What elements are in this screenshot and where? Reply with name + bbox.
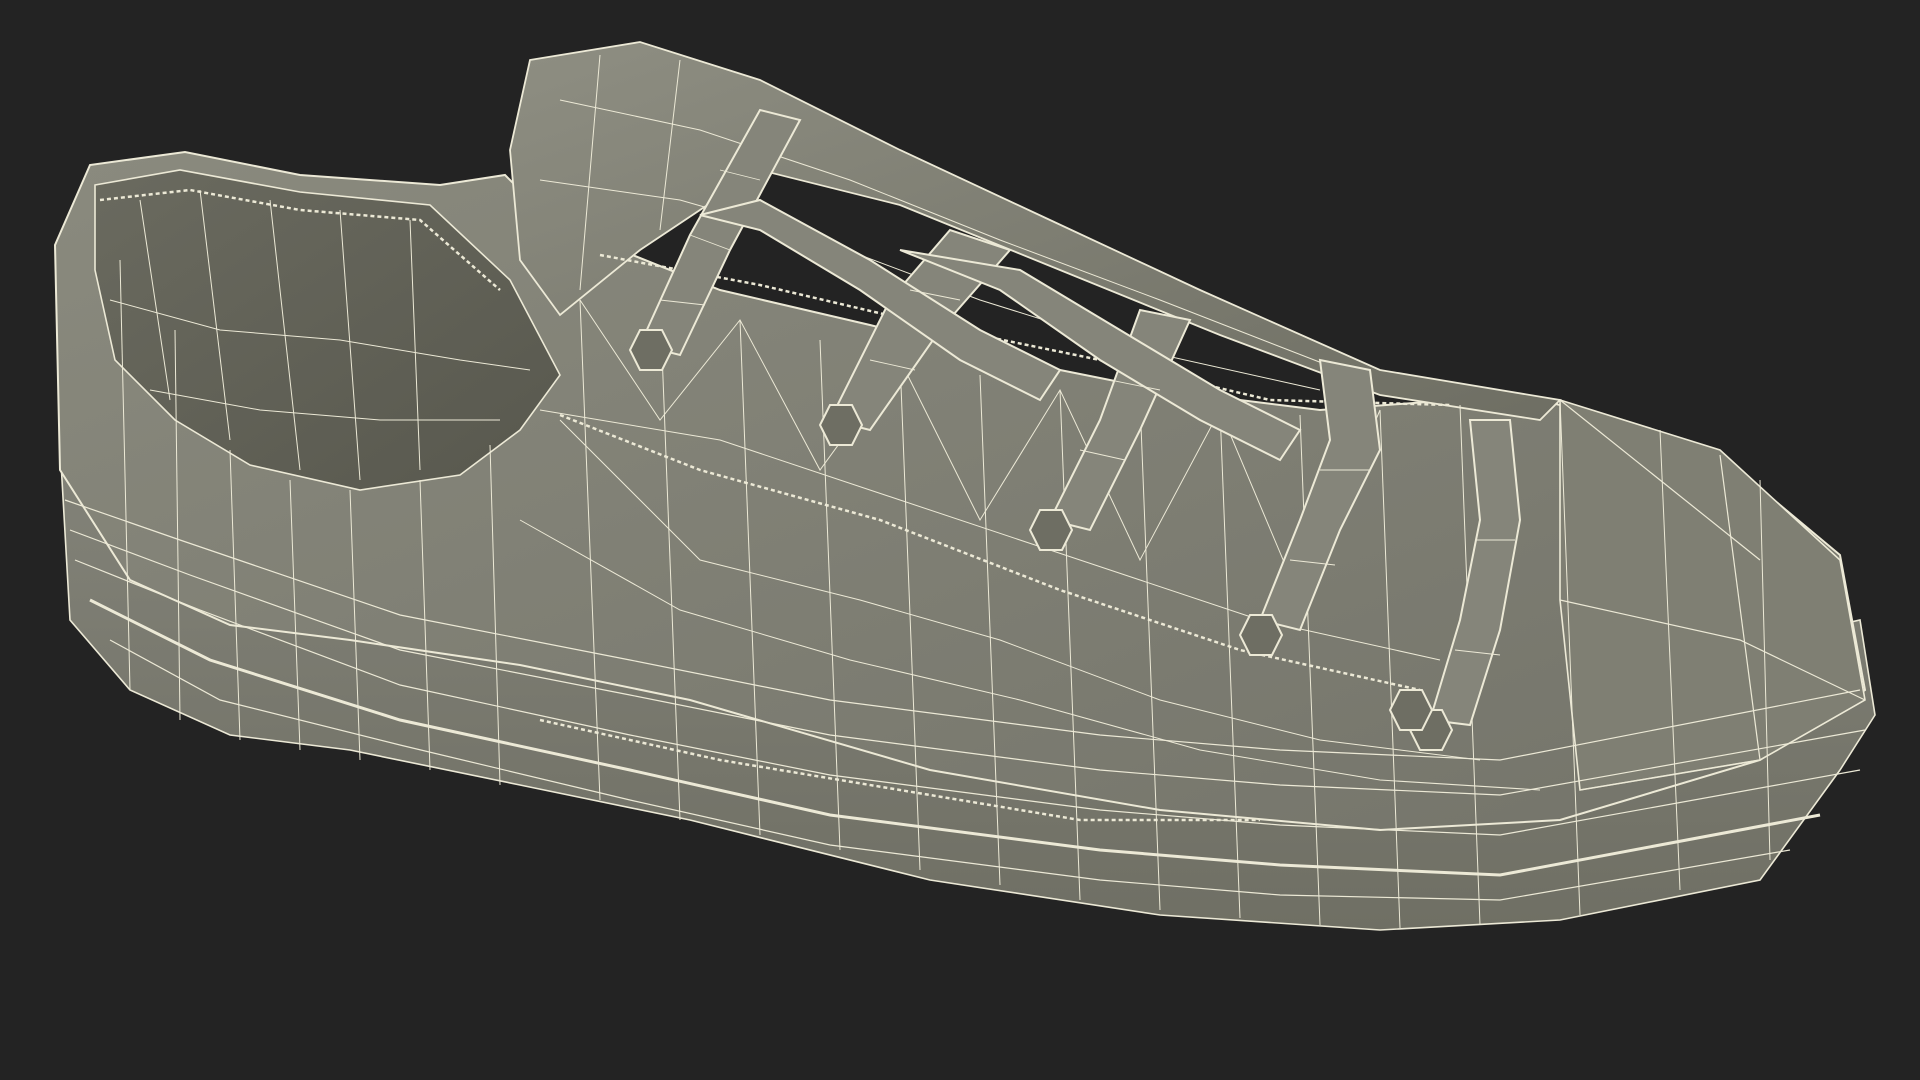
eyelet-6 bbox=[1388, 689, 1434, 731]
eyelet-2 bbox=[818, 404, 864, 446]
render-viewport bbox=[0, 0, 1920, 1080]
shoe-wireframe-render bbox=[53, 41, 1876, 931]
eyelet-4 bbox=[1238, 614, 1284, 656]
eyelet-3 bbox=[1028, 509, 1074, 551]
eyelet-1 bbox=[628, 329, 674, 371]
